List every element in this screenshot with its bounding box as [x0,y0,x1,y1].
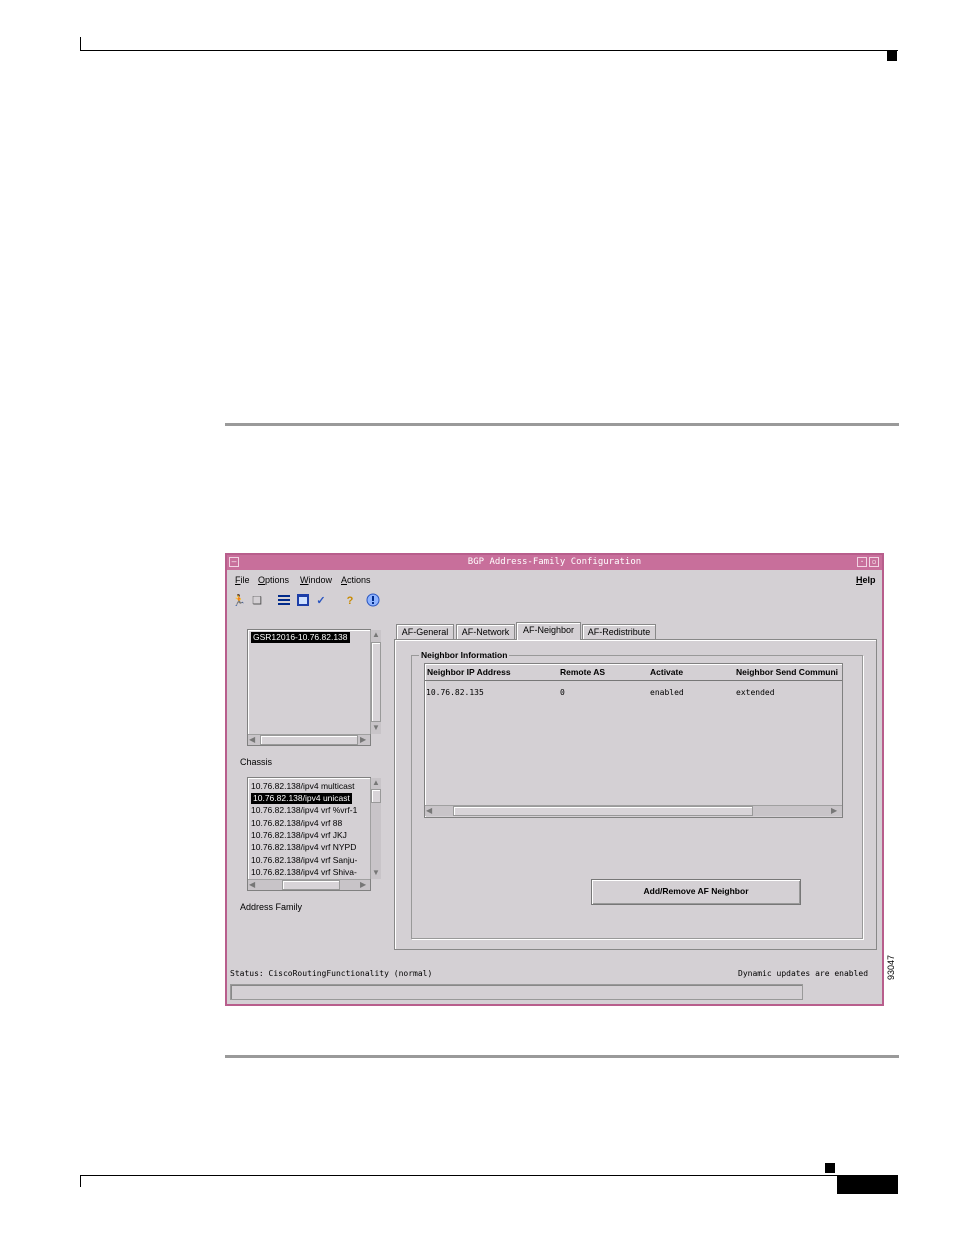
table-hscroll[interactable]: ◀ ▶ [425,805,842,816]
minimize-button[interactable]: · [857,557,867,567]
dynamic-updates-text: Dynamic updates are enabled [738,969,869,978]
menu-actions[interactable]: Actions [341,575,371,585]
window-icon[interactable] [295,593,311,609]
scroll-thumb[interactable] [453,806,753,816]
col-remote-as[interactable]: Remote AS [560,667,605,677]
check-icon[interactable]: ✓ [313,593,329,609]
page-number-box [837,1175,898,1194]
af-item[interactable]: 10.76.82.138/ipv4 vrf JKJ [251,830,347,841]
scroll-thumb[interactable] [371,642,381,722]
af-item[interactable]: 10.76.82.138/ipv4 vrf NYPD [251,842,356,853]
bgp-af-config-window: – BGP Address-Family Configuration · ▫ F… [225,553,884,1006]
tab-af-redistribute[interactable]: AF-Redistribute [582,624,656,639]
chassis-list[interactable]: GSR12016-10.76.82.138 ▲ ▼ ◀ ▶ [247,629,381,746]
tab-strip: AF-General AF-Network AF-Neighbor AF-Red… [396,622,876,640]
section-rule-bottom [225,1055,899,1058]
scroll-right-icon[interactable]: ▶ [360,880,366,890]
scroll-right-icon[interactable]: ▶ [360,735,366,745]
page-header-marker [887,51,897,61]
scroll-down-icon[interactable]: ▼ [372,868,380,878]
address-family-list[interactable]: 10.76.82.138/ipv4 multicast 10.76.82.138… [247,777,381,891]
address-family-label: Address Family [240,902,303,912]
page-corner-top-left [80,37,81,51]
scroll-thumb[interactable] [260,735,358,745]
menu-options[interactable]: Options [258,575,289,585]
add-remove-af-neighbor-button[interactable]: Add/Remove AF Neighbor [591,879,801,905]
scroll-right-icon[interactable]: ▶ [831,806,837,816]
progress-bar [230,984,803,1000]
status-text: Status: CiscoRoutingFunctionality (norma… [230,969,433,978]
cell-remote-as[interactable]: 0 [560,688,565,697]
af-item[interactable]: 10.76.82.138/ipv4 vrf Sanju- [251,855,357,866]
page-footer-marker [825,1163,835,1173]
neighbor-info-label: Neighbor Information [419,650,510,660]
chassis-item[interactable]: GSR12016-10.76.82.138 [251,632,350,643]
menu-bar: File Options Window Actions Help [227,572,882,589]
cell-send-community[interactable]: extended [736,688,775,697]
chassis-hscroll[interactable]: ◀ ▶ [248,734,370,745]
scroll-left-icon[interactable]: ◀ [426,806,432,816]
section-rule-top [225,423,899,426]
menu-help[interactable]: Help [856,575,876,585]
af-hscroll[interactable]: ◀ ▶ [248,879,370,890]
window-menu-button[interactable]: – [229,557,239,567]
exit-icon[interactable]: 🏃 [231,593,247,609]
page-header-rule [80,50,898,51]
help-icon[interactable]: ? [342,593,358,609]
scroll-up-icon[interactable]: ▲ [372,778,380,788]
scroll-left-icon[interactable]: ◀ [249,735,255,745]
af-item[interactable]: 10.76.82.138/ipv4 vrf %vrf-1 [251,805,357,816]
col-send-community[interactable]: Neighbor Send Communi [736,667,840,677]
info-icon[interactable] [365,593,381,609]
title-bar[interactable]: – BGP Address-Family Configuration · ▫ [227,555,882,570]
cell-activate[interactable]: enabled [650,688,684,697]
cell-neighbor-ip[interactable]: 10.76.82.135 [426,688,484,697]
scroll-down-icon[interactable]: ▼ [372,723,380,733]
neighbor-table[interactable]: Neighbor IP Address Remote AS Activate N… [424,663,843,818]
page-footer-rule [80,1175,898,1176]
af-item[interactable]: 10.76.82.138/ipv4 vrf Shiva- [251,867,367,878]
header-divider [425,680,842,681]
af-item[interactable]: 10.76.82.138/ipv4 unicast [251,793,352,804]
maximize-button[interactable]: ▫ [869,557,879,567]
af-item[interactable]: 10.76.82.138/ipv4 multicast [251,781,354,792]
chassis-vscroll[interactable]: ▲ ▼ [370,630,381,734]
window-title: BGP Address-Family Configuration [467,557,642,567]
page-corner-bottom-left [80,1175,81,1187]
open-icon[interactable]: ❏ [249,593,265,609]
scroll-thumb[interactable] [282,880,340,890]
scroll-up-icon[interactable]: ▲ [372,630,380,640]
chassis-label: Chassis [240,757,273,767]
af-item[interactable]: 10.76.82.138/ipv4 vrf 88 [251,818,342,829]
list-icon[interactable] [276,593,292,609]
menu-file[interactable]: File [235,575,250,585]
col-activate[interactable]: Activate [650,667,683,677]
tab-af-general[interactable]: AF-General [396,624,454,639]
tab-af-network[interactable]: AF-Network [456,624,515,639]
figure-id: 93047 [886,954,896,980]
menu-window[interactable]: Window [300,575,332,585]
scroll-left-icon[interactable]: ◀ [249,880,255,890]
scroll-thumb[interactable] [371,789,381,803]
col-neighbor-ip[interactable]: Neighbor IP Address [427,667,511,677]
tab-af-neighbor[interactable]: AF-Neighbor [516,622,581,640]
af-vscroll[interactable]: ▲ ▼ [370,778,381,879]
